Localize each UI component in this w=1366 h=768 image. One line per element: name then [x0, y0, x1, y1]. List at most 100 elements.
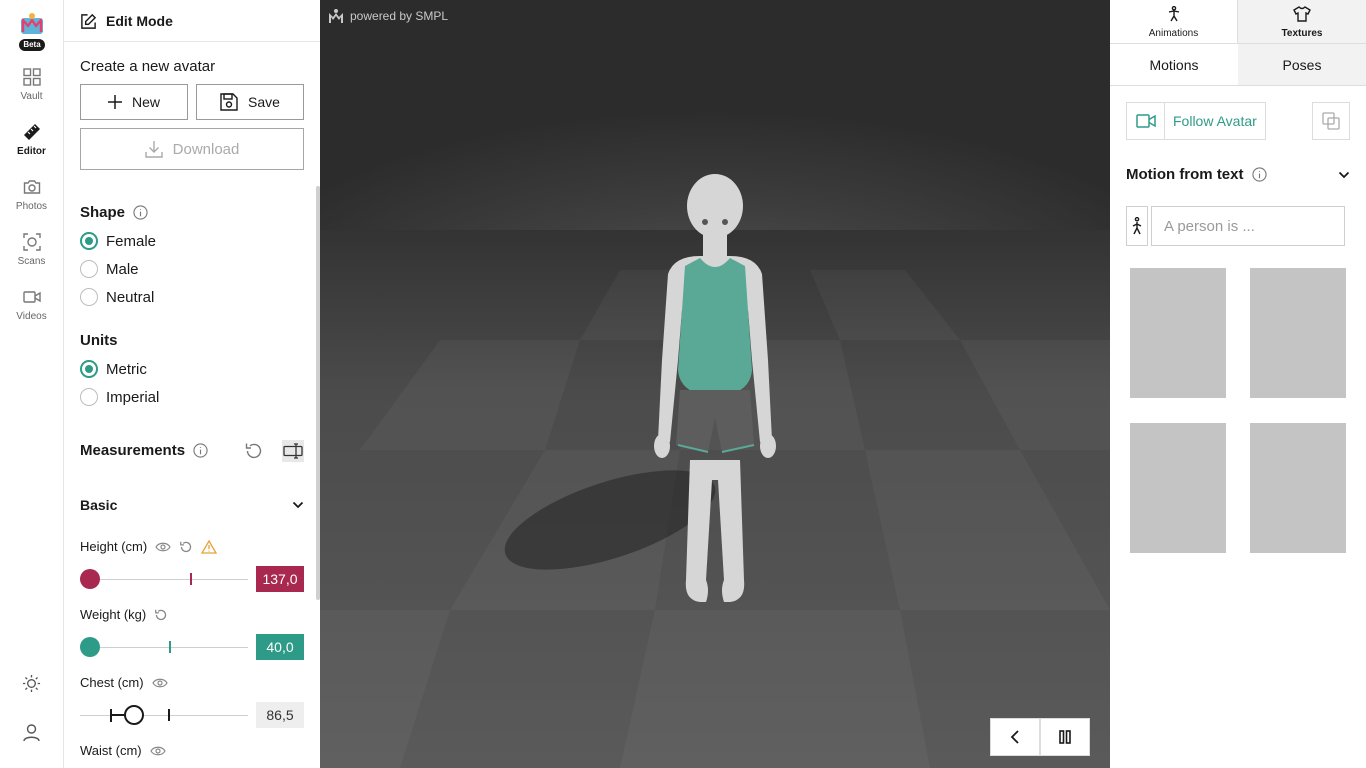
reset-icon[interactable]	[179, 540, 193, 554]
previous-button[interactable]	[990, 718, 1040, 756]
weight-default-tick	[169, 641, 171, 653]
nav-vault-label: Vault	[20, 91, 43, 102]
weight-slider-thumb[interactable]	[80, 637, 100, 657]
height-slider-track[interactable]	[80, 579, 248, 580]
tab-animations-label: Animations	[1148, 28, 1199, 39]
chest-slider-track[interactable]	[80, 715, 248, 716]
motion-thumbnail[interactable]	[1250, 423, 1346, 553]
copy-button[interactable]	[1312, 102, 1350, 140]
chest-label: Chest (cm)	[80, 675, 144, 690]
radio-metric[interactable]	[80, 360, 98, 378]
measurements-title: Measurements	[80, 442, 186, 459]
shape-option-label: Female	[106, 232, 157, 250]
tab-poses[interactable]: Poses	[1238, 44, 1366, 86]
eye-icon[interactable]	[155, 541, 171, 553]
radio-imperial[interactable]	[80, 388, 98, 406]
units-option-metric[interactable]: Metric	[80, 360, 147, 378]
nav-editor[interactable]: Editor	[0, 123, 63, 169]
smpl-logo-icon	[329, 9, 343, 23]
edit-mode-header: Edit Mode	[80, 11, 173, 31]
height-default-tick	[190, 573, 192, 585]
editor-panel: Edit Mode Create a new avatar New Save D…	[64, 0, 320, 768]
ruler-icon	[23, 124, 40, 140]
avatar-viewport[interactable]: powered by SMPL	[320, 0, 1110, 768]
grid-icon	[22, 68, 41, 86]
nav-photos[interactable]: Photos	[0, 178, 63, 224]
user-icon[interactable]	[23, 724, 40, 742]
info-icon[interactable]	[133, 205, 148, 220]
motion-thumbnail[interactable]	[1250, 268, 1346, 398]
info-icon[interactable]	[1251, 167, 1267, 182]
nav-scans-label: Scans	[17, 256, 46, 267]
shape-title: Shape	[80, 204, 126, 221]
new-button[interactable]: New	[80, 84, 188, 120]
nav-videos[interactable]: Videos	[0, 288, 63, 334]
tab-textures[interactable]: Textures	[1238, 0, 1366, 44]
eye-icon[interactable]	[149, 745, 166, 757]
video-camera-icon	[1135, 114, 1156, 128]
motion-from-text-header[interactable]: Motion from text	[1126, 166, 1350, 183]
units-option-imperial[interactable]: Imperial	[80, 388, 159, 406]
divider	[64, 41, 320, 42]
measurements-section-title: Measurements	[80, 442, 208, 459]
playback-controls	[990, 718, 1090, 756]
radio-male[interactable]	[80, 260, 98, 278]
pause-icon	[1059, 730, 1071, 744]
height-value[interactable]: 137,0	[256, 566, 304, 592]
follow-avatar-button[interactable]: Follow Avatar	[1126, 102, 1266, 140]
save-button[interactable]: Save	[196, 84, 304, 120]
tab-animations[interactable]: Animations	[1110, 0, 1238, 44]
shape-section-title: Shape	[80, 204, 148, 221]
tab-motions[interactable]: Motions	[1110, 44, 1238, 86]
shape-option-female[interactable]: Female	[80, 232, 156, 250]
height-slider-thumb[interactable]	[80, 569, 100, 589]
info-icon[interactable]	[193, 443, 208, 458]
tshirt-icon	[1293, 6, 1311, 22]
pause-button[interactable]	[1040, 718, 1090, 756]
weight-slider-track[interactable]	[80, 647, 248, 648]
avatar-model[interactable]	[640, 170, 790, 610]
motion-from-text-title-group: Motion from text	[1126, 166, 1267, 183]
shape-option-male[interactable]: Male	[80, 260, 139, 278]
chest-slider-thumb[interactable]	[124, 705, 145, 725]
edit-mode-title: Edit Mode	[106, 13, 173, 29]
measure-tool-icon[interactable]	[282, 440, 304, 462]
waist-label: Waist (cm)	[80, 743, 142, 758]
nav-editor-label: Editor	[17, 146, 46, 157]
nav-scans[interactable]: Scans	[0, 233, 63, 279]
download-button[interactable]: Download	[80, 128, 304, 170]
weight-value[interactable]: 40,0	[256, 634, 304, 660]
motion-prompt-input[interactable]	[1151, 206, 1345, 246]
shape-option-label: Male	[106, 260, 139, 278]
reset-icon[interactable]	[154, 608, 168, 622]
chevron-left-icon	[1010, 730, 1019, 744]
reset-icon[interactable]	[244, 441, 264, 461]
beta-badge: Beta	[19, 39, 45, 51]
eye-icon[interactable]	[151, 677, 168, 689]
sun-icon[interactable]	[22, 674, 41, 693]
motion-thumbnail[interactable]	[1130, 423, 1226, 553]
shape-option-neutral[interactable]: Neutral	[80, 288, 154, 306]
nav-rail: Beta Vault Editor Photos Scans Videos	[0, 0, 64, 768]
nav-vault[interactable]: Vault	[0, 68, 63, 114]
chevron-down-icon	[292, 501, 304, 509]
scan-icon	[22, 233, 41, 251]
radio-neutral[interactable]	[80, 288, 98, 306]
nav-photos-label: Photos	[15, 201, 48, 212]
radio-female[interactable]	[80, 232, 98, 250]
motion-thumbnail[interactable]	[1130, 268, 1226, 398]
chest-label-row: Chest (cm)	[80, 675, 168, 690]
plus-icon	[107, 95, 122, 109]
waist-label-row: Waist (cm)	[80, 743, 166, 758]
measurement-tools	[244, 440, 304, 462]
app-logo[interactable]	[19, 12, 45, 36]
basic-accordion[interactable]: Basic	[80, 497, 304, 513]
new-button-label: New	[131, 94, 160, 110]
save-icon	[220, 93, 238, 111]
running-person-icon	[1168, 5, 1179, 22]
chevron-down-icon	[1338, 171, 1350, 178]
chest-value[interactable]: 86,5	[256, 702, 304, 728]
follow-avatar-label: Follow Avatar	[1173, 113, 1257, 129]
motion-prompt	[1126, 206, 1345, 246]
tab-textures-label: Textures	[1281, 28, 1323, 39]
